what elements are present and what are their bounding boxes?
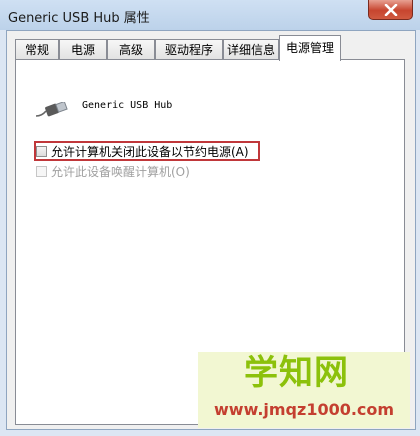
allow-wake-option: 允许此设备唤醒计算机(O) [36,164,190,180]
watermark-main-text: 学知网 [244,353,349,393]
tab-power-management[interactable]: 电源管理 [279,35,341,61]
allow-power-off-option[interactable]: 允许计算机关闭此设备以节约电源(A) [36,144,249,160]
tab-details[interactable]: 详细信息 [223,39,279,59]
allow-power-off-checkbox[interactable] [36,146,47,157]
allow-wake-checkbox [36,166,47,177]
close-icon [384,4,398,16]
window-title: Generic USB Hub 属性 [8,11,150,26]
watermark-url: www.jmqz1000.com [214,400,395,419]
close-button[interactable] [368,0,413,20]
allow-wake-label: 允许此设备唤醒计算机(O) [51,165,190,179]
tab-power[interactable]: 电源 [59,39,107,59]
tab-advanced[interactable]: 高级 [107,39,155,59]
allow-power-off-label: 允许计算机关闭此设备以节约电源(A) [51,145,249,159]
title-bar: Generic USB Hub 属性 [0,0,420,30]
tab-general[interactable]: 常规 [15,39,59,59]
watermark: 学知网 www.jmqz1000.com [198,352,410,428]
tab-driver[interactable]: 驱动程序 [155,39,223,59]
usb-plug-icon [35,102,68,117]
device-name: Generic USB Hub [82,100,173,111]
